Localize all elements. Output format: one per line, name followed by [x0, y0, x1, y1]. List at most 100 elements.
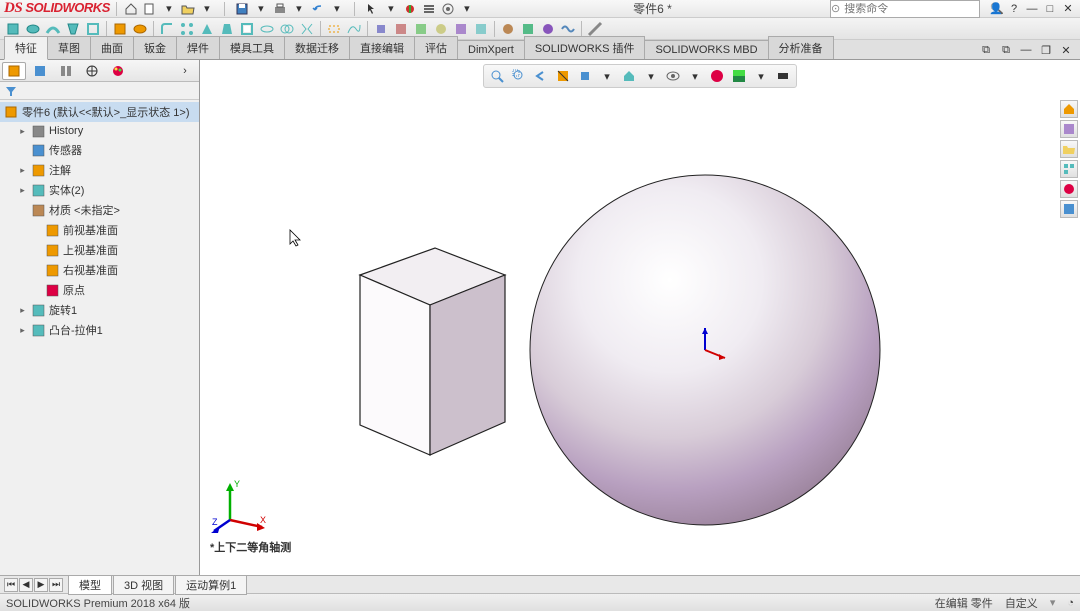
tab-datamigration[interactable]: 数据迁移	[284, 36, 350, 59]
doc-window-icon[interactable]: ⧉	[998, 42, 1014, 58]
command-search[interactable]: ⊙ 🔍	[830, 0, 980, 18]
tab-nav-next-icon[interactable]: ▶	[34, 578, 48, 592]
tab-nav-last-icon[interactable]: ⏭	[49, 578, 63, 592]
tree-item[interactable]: 原点	[0, 280, 199, 300]
tab-dimxpert[interactable]: DimXpert	[457, 40, 525, 59]
tab-surface[interactable]: 曲面	[90, 36, 134, 59]
settings-icon[interactable]	[440, 1, 456, 17]
dropdown-icon[interactable]: ▾	[291, 1, 307, 17]
mirror-icon[interactable]	[298, 20, 316, 38]
doc-window-icon[interactable]: ⧉	[978, 42, 994, 58]
tool-icon[interactable]	[499, 20, 517, 38]
feature-tree-tab-icon[interactable]	[2, 62, 26, 80]
motion-tab[interactable]: 运动算例1	[175, 575, 247, 595]
tab-addins[interactable]: SOLIDWORKS 插件	[524, 36, 646, 59]
3dview-tab[interactable]: 3D 视图	[113, 575, 174, 595]
dropdown-icon[interactable]: ▾	[253, 1, 269, 17]
config-tab-icon[interactable]	[54, 62, 78, 80]
measure-icon[interactable]	[586, 20, 604, 38]
save-icon[interactable]	[234, 1, 250, 17]
curves-icon[interactable]	[345, 20, 363, 38]
boundary-icon[interactable]	[84, 20, 102, 38]
dropdown-icon[interactable]: ▾	[329, 1, 345, 17]
appearance-tab-icon[interactable]	[106, 62, 130, 80]
close-icon[interactable]: ✕	[1060, 1, 1076, 17]
tree-item[interactable]: ▸实体(2)	[0, 180, 199, 200]
revolve-icon[interactable]	[24, 20, 42, 38]
expand-icon[interactable]: ▸	[18, 127, 27, 136]
tool-icon[interactable]	[559, 20, 577, 38]
tool-icon[interactable]	[392, 20, 410, 38]
tool-icon[interactable]	[452, 20, 470, 38]
pattern-icon[interactable]	[178, 20, 196, 38]
sweep-icon[interactable]	[44, 20, 62, 38]
tab-analysis[interactable]: 分析准备	[768, 36, 834, 59]
wrap-icon[interactable]	[258, 20, 276, 38]
cut-revolve-icon[interactable]	[131, 20, 149, 38]
expand-icon[interactable]: ▸	[18, 166, 27, 175]
tool-icon[interactable]	[519, 20, 537, 38]
instant3d-icon[interactable]	[372, 20, 390, 38]
dropdown-icon[interactable]: ▾	[383, 1, 399, 17]
rib-icon[interactable]	[198, 20, 216, 38]
loft-icon[interactable]	[64, 20, 82, 38]
options-icon[interactable]	[421, 1, 437, 17]
expand-icon[interactable]: ▸	[18, 306, 27, 315]
property-tab-icon[interactable]	[28, 62, 52, 80]
shell-icon[interactable]	[238, 20, 256, 38]
dimxpert-tab-icon[interactable]	[80, 62, 104, 80]
help-icon[interactable]: ?	[1006, 1, 1022, 17]
undo-icon[interactable]	[310, 1, 326, 17]
tab-features[interactable]: 特征	[4, 36, 48, 60]
graphics-viewport[interactable]: ▾ ▾ ▾ ▾	[200, 60, 1080, 575]
print-icon[interactable]	[272, 1, 288, 17]
search-input[interactable]	[840, 3, 990, 15]
tool-icon[interactable]	[412, 20, 430, 38]
open-icon[interactable]	[180, 1, 196, 17]
tree-item[interactable]: ▸旋转1	[0, 300, 199, 320]
tree-item[interactable]: ▸注解	[0, 160, 199, 180]
user-icon[interactable]: 👤	[988, 1, 1004, 17]
home-icon[interactable]	[123, 1, 139, 17]
new-icon[interactable]	[142, 1, 158, 17]
tab-nav-prev-icon[interactable]: ◀	[19, 578, 33, 592]
tree-item[interactable]: 材质 <未指定>	[0, 200, 199, 220]
expand-icon[interactable]: ›	[173, 62, 197, 80]
tree-root[interactable]: 零件6 (默认<<默认>_显示状态 1>)	[0, 102, 199, 122]
model-tab[interactable]: 模型	[68, 575, 112, 595]
tool-icon[interactable]	[432, 20, 450, 38]
fillet-icon[interactable]	[158, 20, 176, 38]
doc-minimize-icon[interactable]: —	[1018, 42, 1034, 58]
expand-icon[interactable]: ▸	[18, 326, 27, 335]
doc-close-icon[interactable]: ✕	[1058, 42, 1074, 58]
tree-item[interactable]: 右视基准面	[0, 260, 199, 280]
tab-evaluate[interactable]: 评估	[414, 36, 458, 59]
tab-sheetmetal[interactable]: 钣金	[133, 36, 177, 59]
tree-item[interactable]: ▸History	[0, 122, 199, 140]
tab-directedit[interactable]: 直接编辑	[349, 36, 415, 59]
rebuild-icon[interactable]	[402, 1, 418, 17]
cut-extrude-icon[interactable]	[111, 20, 129, 38]
tab-sketch[interactable]: 草图	[47, 36, 91, 59]
tool-icon[interactable]	[472, 20, 490, 38]
intersect-icon[interactable]	[278, 20, 296, 38]
tree-filter[interactable]	[0, 82, 199, 100]
dropdown-icon[interactable]: ▾	[161, 1, 177, 17]
select-icon[interactable]	[364, 1, 380, 17]
custom-label[interactable]: 自定义	[1005, 595, 1038, 611]
tree-item[interactable]: 前视基准面	[0, 220, 199, 240]
sphere-geometry[interactable]	[530, 175, 880, 525]
tab-nav-first-icon[interactable]: ⏮	[4, 578, 18, 592]
tree-item[interactable]: ▸凸台-拉伸1	[0, 320, 199, 340]
doc-restore-icon[interactable]: ❐	[1038, 42, 1054, 58]
tab-mbd[interactable]: SOLIDWORKS MBD	[644, 40, 768, 59]
minimize-icon[interactable]: —	[1024, 1, 1040, 17]
view-triad[interactable]: Y X Z	[210, 475, 270, 535]
tree-item[interactable]: 传感器	[0, 140, 199, 160]
ref-geom-icon[interactable]	[325, 20, 343, 38]
maximize-icon[interactable]: □	[1042, 1, 1058, 17]
tree-item[interactable]: 上视基准面	[0, 240, 199, 260]
tab-weldment[interactable]: 焊件	[176, 36, 220, 59]
extrude-icon[interactable]	[4, 20, 22, 38]
draft-icon[interactable]	[218, 20, 236, 38]
